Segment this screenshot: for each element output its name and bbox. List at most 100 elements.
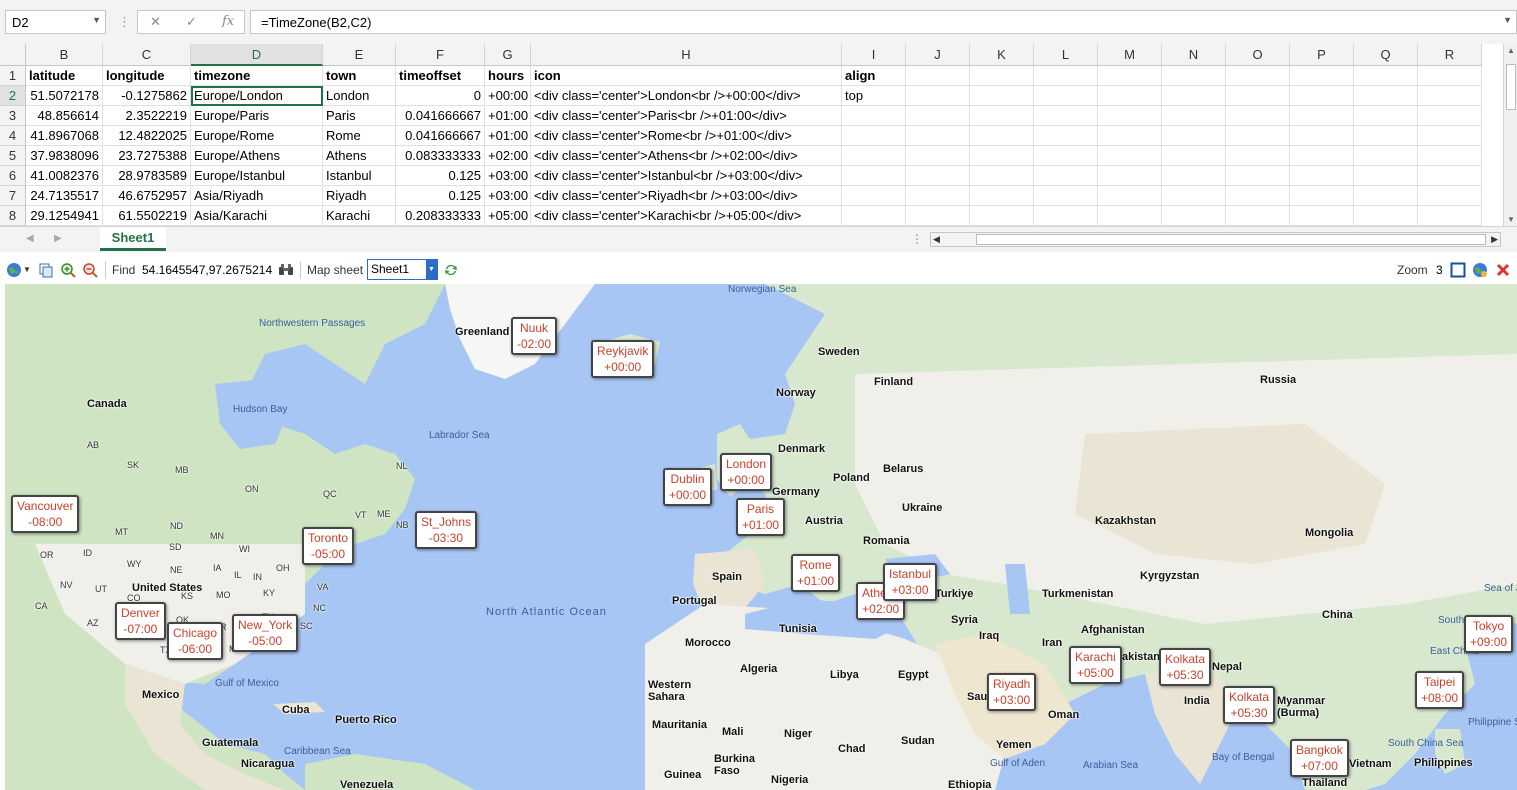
- timezone-marker[interactable]: New_York -05:00: [232, 614, 299, 652]
- empty-cell[interactable]: [1418, 126, 1482, 146]
- column-header-g[interactable]: G: [485, 44, 531, 66]
- empty-cell[interactable]: [970, 126, 1034, 146]
- empty-cell[interactable]: [906, 126, 970, 146]
- cell-town[interactable]: Athens: [323, 146, 396, 166]
- cell-timeoffset[interactable]: 0: [396, 86, 485, 106]
- timezone-marker[interactable]: London +00:00: [720, 453, 773, 491]
- cell-latitude[interactable]: 48.856614: [26, 106, 103, 126]
- row-header-2[interactable]: 2: [0, 86, 26, 106]
- cell-timezone[interactable]: Europe/Paris: [191, 106, 323, 126]
- next-sheet-icon[interactable]: ▶: [54, 233, 62, 244]
- empty-cell[interactable]: [1290, 166, 1354, 186]
- empty-cell[interactable]: [1034, 146, 1098, 166]
- empty-cell[interactable]: [1354, 66, 1418, 86]
- column-header-b[interactable]: B: [26, 44, 103, 66]
- copy-icon[interactable]: [38, 262, 54, 278]
- cell-longitude[interactable]: 46.6752957: [103, 186, 191, 206]
- empty-cell[interactable]: [906, 146, 970, 166]
- cell-latitude[interactable]: 37.9838096: [26, 146, 103, 166]
- timezone-marker[interactable]: Riyadh +03:00: [987, 673, 1037, 711]
- scroll-down-icon[interactable]: ▼: [1507, 215, 1515, 224]
- timezone-marker[interactable]: Karachi +05:00: [1069, 646, 1122, 684]
- empty-cell[interactable]: [1354, 186, 1418, 206]
- column-header-n[interactable]: N: [1162, 44, 1226, 66]
- cell-town[interactable]: Paris: [323, 106, 396, 126]
- empty-cell[interactable]: [1418, 66, 1482, 86]
- column-header-f[interactable]: F: [396, 44, 485, 66]
- header-cell-align[interactable]: align: [842, 66, 906, 86]
- empty-cell[interactable]: [1098, 166, 1162, 186]
- vertical-scrollbar[interactable]: ▲ ▼: [1503, 44, 1517, 226]
- empty-cell[interactable]: [970, 66, 1034, 86]
- expand-formula-icon[interactable]: ▼: [1503, 15, 1512, 25]
- enter-icon[interactable]: ✓: [186, 14, 197, 30]
- empty-cell[interactable]: [1226, 106, 1290, 126]
- cell-timeoffset[interactable]: 0.041666667: [396, 106, 485, 126]
- empty-cell[interactable]: [906, 86, 970, 106]
- cell-timeoffset[interactable]: 0.041666667: [396, 126, 485, 146]
- cell-town[interactable]: Riyadh: [323, 186, 396, 206]
- column-header-l[interactable]: L: [1034, 44, 1098, 66]
- cell-icon[interactable]: <div class='center'>Paris<br />+01:00</d…: [531, 106, 842, 126]
- empty-cell[interactable]: [906, 106, 970, 126]
- prev-sheet-icon[interactable]: ◀: [26, 233, 34, 244]
- empty-cell[interactable]: [1034, 66, 1098, 86]
- empty-cell[interactable]: [1354, 206, 1418, 226]
- chevron-down-icon[interactable]: ▼: [92, 15, 101, 25]
- cancel-icon[interactable]: ✕: [150, 14, 161, 30]
- cell-timezone[interactable]: Europe/Istanbul: [191, 166, 323, 186]
- row-header-4[interactable]: 4: [0, 126, 26, 146]
- cell-icon[interactable]: <div class='center'>Istanbul<br />+03:00…: [531, 166, 842, 186]
- empty-cell[interactable]: [906, 166, 970, 186]
- empty-cell[interactable]: [1290, 66, 1354, 86]
- empty-cell[interactable]: [1418, 146, 1482, 166]
- column-header-p[interactable]: P: [1290, 44, 1354, 66]
- timezone-marker[interactable]: St_Johns -03:30: [415, 511, 478, 549]
- timezone-marker[interactable]: Kolkata +05:30: [1223, 686, 1276, 724]
- cell-timeoffset[interactable]: 0.125: [396, 166, 485, 186]
- row-header-6[interactable]: 6: [0, 166, 26, 186]
- cell-latitude[interactable]: 41.0082376: [26, 166, 103, 186]
- empty-cell[interactable]: [1418, 186, 1482, 206]
- function-icon[interactable]: fx: [222, 14, 234, 29]
- empty-cell[interactable]: [970, 206, 1034, 226]
- cell-hours[interactable]: +03:00: [485, 166, 531, 186]
- close-icon[interactable]: [1495, 262, 1511, 278]
- empty-cell[interactable]: [1418, 106, 1482, 126]
- cell-longitude[interactable]: 23.7275388: [103, 146, 191, 166]
- empty-cell[interactable]: [1290, 126, 1354, 146]
- empty-cell[interactable]: [1162, 166, 1226, 186]
- timezone-marker[interactable]: Denver -07:00: [115, 602, 166, 640]
- column-header-m[interactable]: M: [1098, 44, 1162, 66]
- cell-align[interactable]: top: [842, 86, 906, 106]
- scroll-left-icon[interactable]: ◀: [933, 234, 940, 245]
- column-header-d[interactable]: D: [191, 44, 323, 66]
- cell-icon[interactable]: <div class='center'>Athens<br />+02:00</…: [531, 146, 842, 166]
- empty-cell[interactable]: [1226, 166, 1290, 186]
- empty-cell[interactable]: [1226, 206, 1290, 226]
- globe-dropdown-icon[interactable]: ▼: [23, 265, 31, 274]
- cell-timezone[interactable]: Asia/Karachi: [191, 206, 323, 226]
- empty-cell[interactable]: [1162, 66, 1226, 86]
- empty-cell[interactable]: [1098, 66, 1162, 86]
- cell-hours[interactable]: +05:00: [485, 206, 531, 226]
- empty-cell[interactable]: [906, 66, 970, 86]
- column-header-q[interactable]: Q: [1354, 44, 1418, 66]
- cell-longitude[interactable]: 12.4822025: [103, 126, 191, 146]
- timezone-marker[interactable]: Dublin +00:00: [663, 468, 713, 506]
- column-header-k[interactable]: K: [970, 44, 1034, 66]
- cell-timeoffset[interactable]: 0.125: [396, 186, 485, 206]
- cell-latitude[interactable]: 51.5072178: [26, 86, 103, 106]
- chevron-down-icon[interactable]: ▼: [426, 260, 437, 279]
- formula-input[interactable]: =TimeZone(B2,C2) ▼: [250, 10, 1517, 34]
- cell-timezone[interactable]: Europe/Athens: [191, 146, 323, 166]
- cell-town[interactable]: Rome: [323, 126, 396, 146]
- empty-cell[interactable]: [1226, 146, 1290, 166]
- empty-cell[interactable]: [1290, 186, 1354, 206]
- empty-cell[interactable]: [1290, 206, 1354, 226]
- column-header-r[interactable]: R: [1418, 44, 1482, 66]
- column-header-o[interactable]: O: [1226, 44, 1290, 66]
- empty-cell[interactable]: [1098, 126, 1162, 146]
- empty-cell[interactable]: [906, 206, 970, 226]
- empty-cell[interactable]: [1098, 106, 1162, 126]
